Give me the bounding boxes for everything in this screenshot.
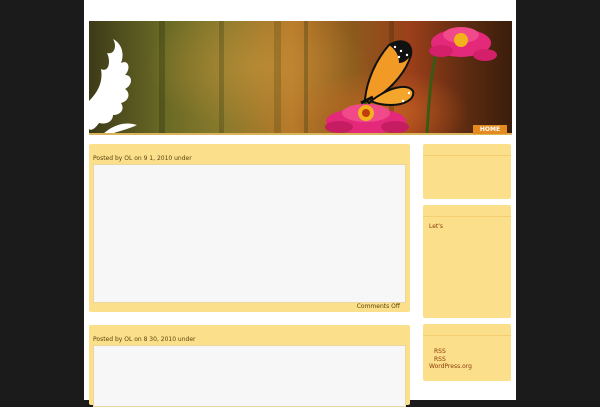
ornament-leaf: [89, 39, 137, 134]
post-1: Posted by OL on 9 1, 2010 under Comments…: [89, 144, 410, 312]
header-image: [89, 21, 497, 134]
sidebar-widget-meta: RSS RSS WordPress.org: [423, 324, 511, 381]
meta-links-list: RSS RSS WordPress.org: [423, 336, 511, 371]
widget-2-text: Let's: [429, 223, 444, 230]
header-divider: [89, 133, 512, 135]
nav-home-button[interactable]: HOME: [473, 125, 507, 134]
page-container: HOME Posted by OL on 9 1, 2010 under Com…: [84, 0, 516, 407]
widget-2-title-bar: [423, 205, 511, 217]
post-1-content: [93, 164, 406, 303]
post-2-meta: Posted by OL on 8 30, 2010 under: [93, 336, 196, 343]
flower-top: [429, 27, 497, 61]
sidebar-widget-1: [423, 144, 511, 199]
post-1-comments-link[interactable]: Comments Off: [357, 303, 400, 310]
flower-bottom: [325, 104, 409, 134]
header-banner: [89, 21, 512, 134]
post-2-content: [93, 345, 406, 407]
post-2: Posted by OL on 8 30, 2010 under: [89, 325, 410, 407]
rss-entries-link[interactable]: RSS: [423, 348, 511, 356]
butterfly: [360, 40, 415, 107]
post-1-meta: Posted by OL on 9 1, 2010 under: [93, 155, 192, 162]
sidebar-widget-2: Let's: [423, 205, 511, 318]
widget-1-title-bar: [423, 144, 511, 156]
widget-meta-title-bar: [423, 324, 511, 336]
wordpress-org-link[interactable]: WordPress.org: [423, 363, 511, 371]
rss-comments-link[interactable]: RSS: [423, 356, 511, 364]
